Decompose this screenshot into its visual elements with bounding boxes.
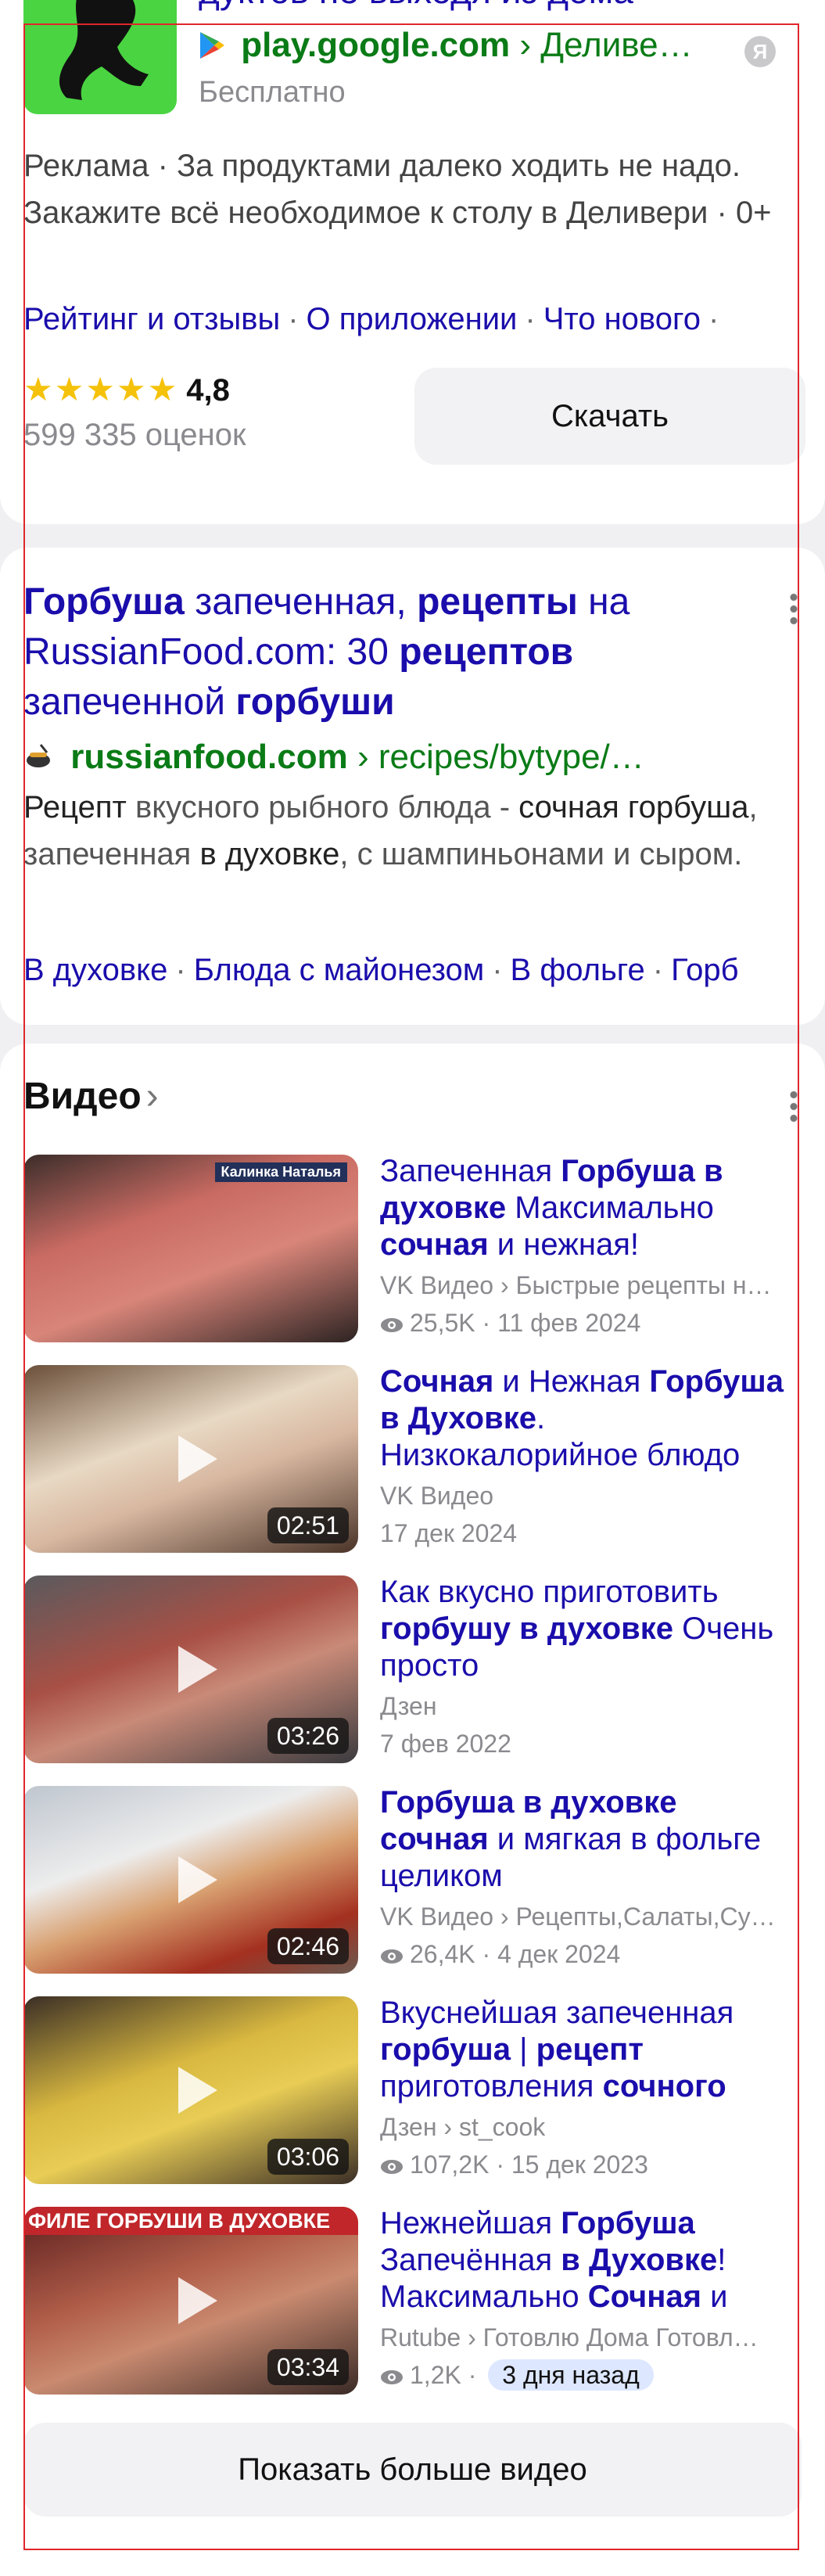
sitelink-more[interactable]: Горб xyxy=(671,953,738,987)
video-meta: 17 дек 2024 xyxy=(380,1515,517,1551)
video-item[interactable]: 02:51 Сочная и Нежная Горбуша в Духовке. … xyxy=(23,1363,790,1556)
video-date: 17 дек 2024 xyxy=(380,1519,518,1547)
rating-row: ★★★★★ 4,8 xyxy=(23,368,230,412)
rating-value: 4,8 xyxy=(186,373,230,408)
video-more-menu-icon[interactable] xyxy=(790,1089,798,1123)
download-button[interactable]: Скачать xyxy=(414,368,805,465)
eye-icon xyxy=(381,1318,403,1332)
video-date: 4 дек 2024 xyxy=(497,1940,621,1968)
video-meta: 26,4K · 4 дек 2024 xyxy=(380,1936,620,1972)
ad-domain[interactable]: play.google.com › Деливе… xyxy=(199,23,693,67)
video-meta: 7 фев 2022 xyxy=(380,1726,511,1762)
thumbnail-caption: ФИЛЕ ГОРБУШИ В ДУХОВКЕ xyxy=(23,2207,358,2235)
sitelink-whats-new[interactable]: Что нового xyxy=(543,302,701,336)
ad-price: Бесплатно xyxy=(199,76,346,109)
sitelink-mayonnaise[interactable]: Блюда с майонезом xyxy=(194,953,485,987)
video-duration: 03:06 xyxy=(267,2139,349,2175)
video-title[interactable]: Как вкусно приготовить горбушу в духовке… xyxy=(380,1574,787,1684)
video-item[interactable]: 02:46 Горбуша в духовке сочная и мягкая в… xyxy=(23,1784,790,1977)
google-play-icon xyxy=(199,26,241,64)
ad-sitelinks: Рейтинг и отзывы · О приложении · Что нового… xyxy=(23,302,719,336)
video-views: 25,5K · xyxy=(410,1309,498,1337)
pot-favicon-icon xyxy=(23,738,70,776)
show-more-videos-button[interactable]: Показать больше видео xyxy=(23,2423,802,2517)
video-thumbnail[interactable]: 02:51 xyxy=(23,1365,358,1553)
video-source: Rutube › Готовлю Дома Готовл… xyxy=(380,2323,759,2351)
result-title[interactable]: Горбуша запеченная, рецепты на RussianFo… xyxy=(23,577,766,728)
sitelink-foil[interactable]: В фольге xyxy=(511,953,645,987)
video-thumbnail[interactable]: 02:46 xyxy=(23,1786,358,1974)
video-meta: 107,2K · 15 дек 2023 xyxy=(380,2147,648,2183)
result-domain[interactable]: russianfood.com › recipes/bytype/… xyxy=(23,734,644,781)
video-views: 1,2K · xyxy=(410,2361,484,2389)
eye-icon xyxy=(381,2370,403,2384)
video-meta: 1,2K · 3 дня назад xyxy=(380,2357,654,2393)
result-snippet: Рецепт вкусного рыбного блюда - сочная г… xyxy=(23,790,758,871)
video-title[interactable]: Сочная и Нежная Горбуша в Духовке. Низко… xyxy=(380,1363,787,1474)
video-source: VK Видео xyxy=(380,1482,494,1510)
video-duration: 02:46 xyxy=(267,1928,349,1964)
search-result-card: Горбуша запеченная, рецепты на RussianFo… xyxy=(0,548,825,1025)
video-source: Дзен xyxy=(380,1692,437,1720)
video-item[interactable]: Калинка Наталья Запеченная Горбуша в духо… xyxy=(23,1153,790,1345)
ad-title[interactable]: дуктов не выходя из дома xyxy=(199,0,633,13)
video-source: VK Видео › Рецепты,Салаты,Су… xyxy=(380,1902,776,1931)
sitelink-reviews[interactable]: Рейтинг и отзывы xyxy=(23,302,280,336)
yandex-badge-icon: Я xyxy=(744,36,776,67)
play-icon xyxy=(178,2277,217,2324)
video-item[interactable]: 03:26 Как вкусно приготовить горбушу в ду… xyxy=(23,1575,790,1766)
thumbnail-caption: Калинка Наталья xyxy=(214,1162,347,1182)
video-thumbnail[interactable]: ФИЛЕ ГОРБУШИ В ДУХОВКЕ 03:34 xyxy=(23,2207,358,2395)
eye-icon xyxy=(381,1949,403,1963)
sitelink-in-oven[interactable]: В духовке xyxy=(23,953,167,987)
video-title[interactable]: Горбуша в духовке сочная и мягкая в фоль… xyxy=(380,1784,787,1895)
video-duration: 03:34 xyxy=(267,2349,349,2385)
video-item[interactable]: ФИЛЕ ГОРБУШИ В ДУХОВКЕ 03:34 Нежнейшая Гор… xyxy=(23,2205,790,2398)
video-card: Видео › Калинка Наталья Запеченная Горбуша… xyxy=(0,1044,825,2576)
sitelink-about[interactable]: О приложении xyxy=(307,302,518,336)
ad-card: дуктов не выходя из дома play.google.com… xyxy=(0,0,825,524)
rating-count: 599 335 оценок xyxy=(23,418,246,452)
video-thumbnail[interactable]: Калинка Наталья xyxy=(23,1155,358,1342)
video-date: 3 дня назад xyxy=(488,2359,654,2391)
video-title[interactable]: Вкуснейшая запеченная горбуша | рецепт п… xyxy=(380,1995,787,2105)
play-icon xyxy=(178,1856,217,1903)
video-heading[interactable]: Видео › xyxy=(23,1072,159,1122)
more-menu-icon[interactable] xyxy=(790,591,798,626)
video-views: 26,4K · xyxy=(410,1940,498,1968)
eye-icon xyxy=(381,2160,403,2174)
video-duration: 03:26 xyxy=(267,1718,349,1754)
video-duration: 02:51 xyxy=(267,1507,349,1543)
video-date: 15 дек 2023 xyxy=(511,2150,648,2179)
video-thumbnail[interactable]: 03:06 xyxy=(23,1996,358,2184)
ad-text: Реклама · За продуктами далеко ходить не… xyxy=(23,149,772,230)
video-date: 11 фев 2024 xyxy=(497,1309,641,1337)
video-meta: 25,5K · 11 фев 2024 xyxy=(380,1305,640,1341)
video-date: 7 фев 2022 xyxy=(380,1730,511,1758)
play-icon xyxy=(178,1435,217,1482)
chevron-right-icon: › xyxy=(145,1076,159,1117)
star-icons: ★★★★★ xyxy=(23,371,179,408)
result-sitelinks: В духовке · Блюда с майонезом · В фольге · Гор… xyxy=(23,953,739,987)
app-icon[interactable] xyxy=(23,0,177,114)
video-views: 107,2K · xyxy=(410,2150,511,2179)
play-icon xyxy=(178,1646,217,1693)
video-title[interactable]: Запеченная Горбуша в духовке Максимально… xyxy=(380,1153,787,1263)
video-title[interactable]: Нежнейшая Горбуша Запечённая в Духовке! … xyxy=(380,2205,787,2316)
video-source: VK Видео › Быстрые рецепты н… xyxy=(380,1271,772,1299)
video-thumbnail[interactable]: 03:26 xyxy=(23,1575,358,1763)
video-item[interactable]: 03:06 Вкуснейшая запеченная горбуша | рец… xyxy=(23,1996,790,2187)
play-icon xyxy=(178,2067,217,2114)
video-source: Дзен › st_cook xyxy=(380,2113,546,2141)
